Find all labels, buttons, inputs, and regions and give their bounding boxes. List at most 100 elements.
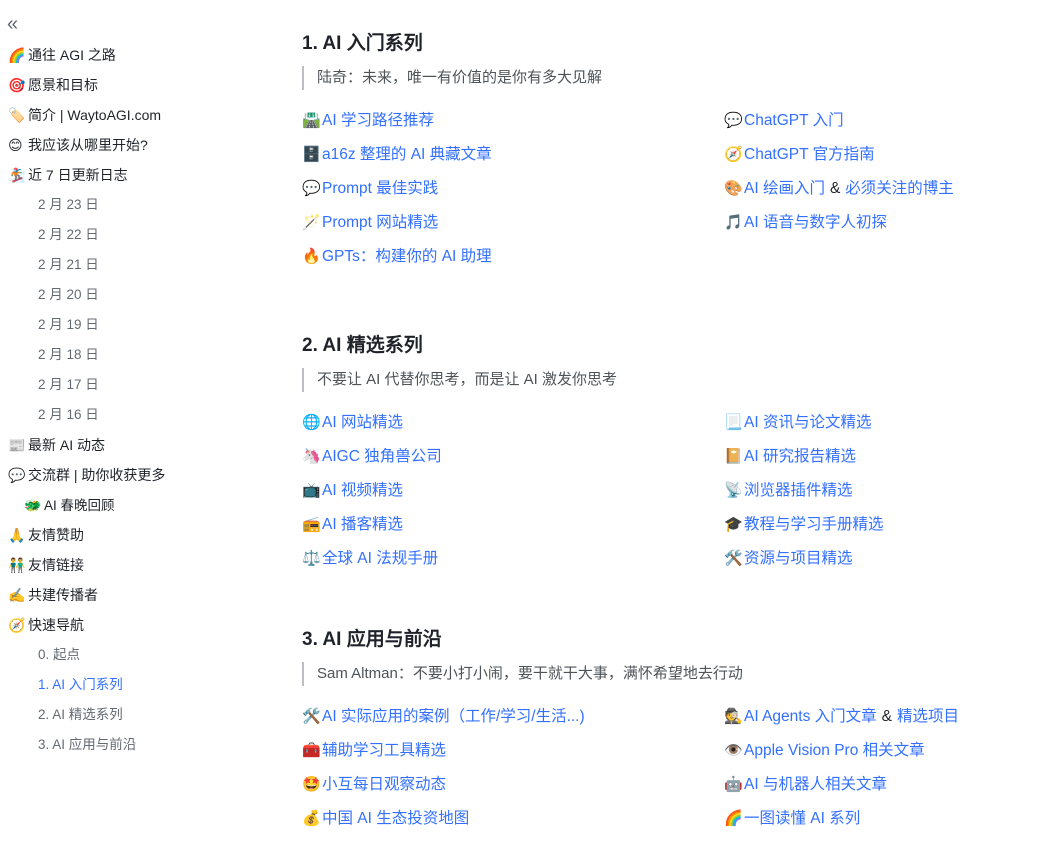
link-emoji-icon: 🛠️ xyxy=(302,708,321,725)
sidebar-item[interactable]: 0. 起点 xyxy=(0,640,250,670)
sidebar-item-label: 2 月 18 日 xyxy=(38,347,99,362)
sidebar-item[interactable]: 🌈 通往 AGI 之路 xyxy=(0,40,250,70)
sidebar-item[interactable]: 😊 我应该从哪里开始? xyxy=(0,130,250,160)
sidebar-item-label: 2 月 16 日 xyxy=(38,407,99,422)
doc-link[interactable]: 🔥GPTs：构建你的 AI 助理 xyxy=(302,240,492,274)
doc-link[interactable]: 👁️Apple Vision Pro 相关文章 xyxy=(724,734,925,768)
link-label: Prompt 网站精选 xyxy=(322,214,439,231)
link-emoji-icon: 🎵 xyxy=(724,214,743,231)
doc-link[interactable]: 📔AI 研究报告精选 xyxy=(724,440,856,474)
sidebar-item[interactable]: 2 月 20 日 xyxy=(0,280,250,310)
link-label: Apple Vision Pro 相关文章 xyxy=(744,742,925,759)
link-emoji-icon: 📔 xyxy=(724,448,743,465)
sidebar-item[interactable]: 2 月 21 日 xyxy=(0,250,250,280)
sidebar-item-label: 近 7 日更新日志 xyxy=(28,167,128,183)
sidebar-item-label: 2 月 19 日 xyxy=(38,317,99,332)
section-quote: Sam Altman：不要小打小闹，要干就干大事，满怀希望地去行动 xyxy=(302,662,1022,686)
doc-link[interactable]: 🛠️AI 实际应用的案例（工作/学习/生活...) xyxy=(302,700,585,734)
doc-link[interactable]: 💰中国 AI 生态投资地图 xyxy=(302,802,469,836)
sidebar-item[interactable]: ✍️ 共建传播者 xyxy=(0,580,250,610)
doc-link[interactable]: 🗄️a16z 整理的 AI 典藏文章 xyxy=(302,138,492,172)
sidebar-item[interactable]: 2. AI 精选系列 xyxy=(0,700,250,730)
sidebar-item[interactable]: 💬 交流群 | 助你收获更多 xyxy=(0,460,250,490)
doc-link[interactable]: 🦄AIGC 独角兽公司 xyxy=(302,440,442,474)
link-label: ChatGPT 入门 xyxy=(744,112,844,129)
link-label: AI 资讯与论文精选 xyxy=(744,414,872,431)
sidebar-item[interactable]: 🏂 近 7 日更新日志 xyxy=(0,160,250,190)
doc-link[interactable]: 🎵AI 语音与数字人初探 xyxy=(724,206,887,240)
sidebar-item-emoji-icon: 🧭 xyxy=(8,617,26,633)
link-emoji-icon: 📺 xyxy=(302,482,321,499)
sidebar-item[interactable]: 🐲 AI 春晚回顾 xyxy=(0,490,250,520)
sidebar-item-emoji-icon: 💬 xyxy=(8,467,26,483)
sidebar-item[interactable]: 1. AI 入门系列 xyxy=(0,670,250,700)
sidebar-item-label: 3. AI 应用与前沿 xyxy=(38,737,137,752)
link-label-secondary[interactable]: 精选项目 xyxy=(897,708,959,725)
link-emoji-icon: 👁️ xyxy=(724,742,743,759)
sidebar-item[interactable]: 🧭 快速导航 xyxy=(0,610,250,640)
link-label: AI 与机器人相关文章 xyxy=(744,776,887,793)
sidebar-item[interactable]: 2 月 19 日 xyxy=(0,310,250,340)
sidebar-item-label: 友情赞助 xyxy=(28,527,84,543)
link-emoji-icon: 📡 xyxy=(724,482,743,499)
link-row: 🧰辅助学习工具精选 👁️Apple Vision Pro 相关文章 xyxy=(302,734,1022,768)
doc-link[interactable]: ⚖️全球 AI 法规手册 xyxy=(302,542,438,576)
sidebar-item-label: 通往 AGI 之路 xyxy=(28,47,116,63)
collapse-sidebar-icon[interactable]: « xyxy=(7,12,27,36)
doc-link[interactable]: 📡浏览器插件精选 xyxy=(724,474,853,508)
link-emoji-icon: 🤩 xyxy=(302,776,321,793)
link-label: 资源与项目精选 xyxy=(744,550,853,567)
link-row: ⚖️全球 AI 法规手册 🛠️资源与项目精选 xyxy=(302,542,1022,576)
link-emoji-icon: 🌐 xyxy=(302,414,321,431)
doc-link[interactable]: 🌐AI 网站精选 xyxy=(302,406,403,440)
sidebar-item[interactable]: 2 月 18 日 xyxy=(0,340,250,370)
doc-link[interactable]: 🧰辅助学习工具精选 xyxy=(302,734,446,768)
doc-link[interactable]: 📺AI 视频精选 xyxy=(302,474,403,508)
link-label: 辅助学习工具精选 xyxy=(322,742,447,759)
link-emoji-icon: 📃 xyxy=(724,414,743,431)
section: 1. AI 入门系列 陆奇：未来，唯一有价值的是你有多大见解 🛣️AI 学习路径推荐… xyxy=(302,30,1022,274)
doc-link[interactable]: 🪄Prompt 网站精选 xyxy=(302,206,438,240)
sidebar-item-emoji-icon: 🌈 xyxy=(8,47,26,63)
link-label: 中国 AI 生态投资地图 xyxy=(322,810,470,827)
sidebar-item[interactable]: 📰 最新 AI 动态 xyxy=(0,430,250,460)
link-row: 🔥GPTs：构建你的 AI 助理 xyxy=(302,240,1022,274)
doc-link[interactable]: 💬ChatGPT 入门 xyxy=(724,104,844,138)
link-emoji-icon: 🔥 xyxy=(302,248,321,265)
section: 2. AI 精选系列 不要让 AI 代替你思考，而是让 AI 激发你思考 🌐AI 网… xyxy=(302,332,1022,576)
sidebar-item[interactable]: 3. AI 应用与前沿 xyxy=(0,730,250,760)
doc-link[interactable]: 🎨AI 绘画入门 & 必须关注的博主 xyxy=(724,172,954,206)
sidebar-item-emoji-icon: 📰 xyxy=(8,437,26,453)
sidebar-nav: 🌈 通往 AGI 之路 🎯 愿景和目标 🏷️ 简介 | WaytoAGI.com 😊 我应该从… xyxy=(0,40,250,760)
sidebar-item[interactable]: 2 月 16 日 xyxy=(0,400,250,430)
doc-link[interactable]: 📻AI 播客精选 xyxy=(302,508,403,542)
doc-link[interactable]: 💬Prompt 最佳实践 xyxy=(302,172,438,206)
doc-link[interactable]: 📃AI 资讯与论文精选 xyxy=(724,406,871,440)
section-quote: 不要让 AI 代替你思考，而是让 AI 激发你思考 xyxy=(302,368,1022,392)
doc-link[interactable]: 🛠️资源与项目精选 xyxy=(724,542,853,576)
doc-link[interactable]: 🛣️AI 学习路径推荐 xyxy=(302,104,434,138)
link-label: 全球 AI 法规手册 xyxy=(322,550,439,567)
sidebar-item-label: 友情链接 xyxy=(28,557,84,573)
link-label-secondary[interactable]: 必须关注的博主 xyxy=(845,180,954,197)
doc-link[interactable]: 🎓教程与学习手册精选 xyxy=(724,508,884,542)
doc-link[interactable]: 🕵️AI Agents 入门文章 & 精选项目 xyxy=(724,700,959,734)
link-label: AI 语音与数字人初探 xyxy=(744,214,887,231)
sidebar-item[interactable]: 2 月 23 日 xyxy=(0,190,250,220)
sidebar-item[interactable]: 2 月 17 日 xyxy=(0,370,250,400)
sidebar-item[interactable]: 🙏 友情赞助 xyxy=(0,520,250,550)
doc-link[interactable]: 🧭ChatGPT 官方指南 xyxy=(724,138,875,172)
link-emoji-icon: 🗄️ xyxy=(302,146,321,163)
link-grid: 🛠️AI 实际应用的案例（工作/学习/生活...) 🕵️AI Agents 入门文… xyxy=(302,700,1022,836)
sidebar-item[interactable]: 🏷️ 简介 | WaytoAGI.com xyxy=(0,100,250,130)
ampersand-text: & xyxy=(829,180,841,197)
sidebar-item[interactable]: 2 月 22 日 xyxy=(0,220,250,250)
sidebar-item[interactable]: 👬 友情链接 xyxy=(0,550,250,580)
doc-link[interactable]: 🤩小互每日观察动态 xyxy=(302,768,446,802)
link-label: AIGC 独角兽公司 xyxy=(322,448,442,465)
doc-link[interactable]: 🌈一图读懂 AI 系列 xyxy=(724,802,860,836)
section-title: 1. AI 入门系列 xyxy=(302,33,423,54)
sidebar-item[interactable]: 🎯 愿景和目标 xyxy=(0,70,250,100)
sidebar-item-label: 2. AI 精选系列 xyxy=(38,707,123,722)
doc-link[interactable]: 🤖AI 与机器人相关文章 xyxy=(724,768,887,802)
